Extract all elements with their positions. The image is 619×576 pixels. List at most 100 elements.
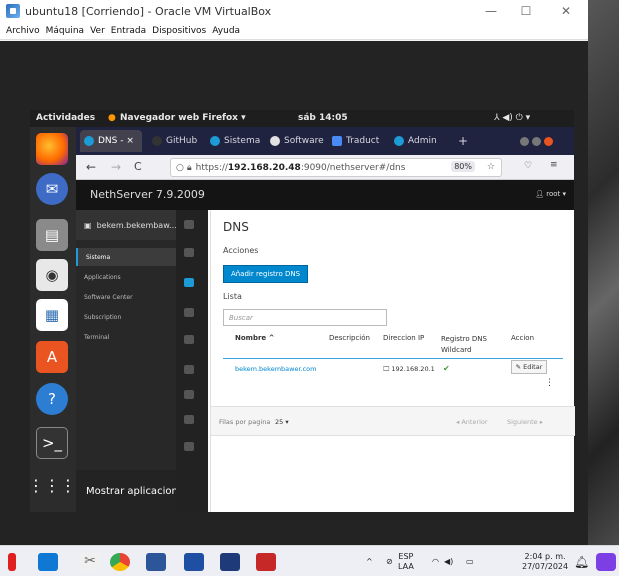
virtualbox-taskbar-icon[interactable] [220,553,240,571]
zoom-indicator[interactable]: 80% [451,161,475,172]
minimize-button[interactable]: — [476,0,506,22]
tab-label: Sistema [224,136,261,146]
notification-bell-icon[interactable]: 🔔︎ [574,546,589,576]
firefox-window: DNS - × GitHub Sistema Software Traduct … [76,127,575,512]
thunderbird-icon[interactable]: ✉ [36,173,68,205]
language-indicator[interactable]: ESP LAA [398,546,414,576]
app-menu[interactable]: Navegador web Firefox ▾ [120,113,246,123]
tab-label: GitHub [166,136,198,146]
rhythmbox-icon[interactable]: ◉ [36,259,68,291]
chrome-icon[interactable] [110,553,130,571]
column-nombre[interactable]: Nombre ^ [235,334,274,342]
tab-github[interactable]: GitHub [148,130,204,152]
tab-sistema[interactable]: Sistema [206,130,262,152]
edit-button[interactable]: ✎ Editar [511,360,547,374]
menu-archivo[interactable]: Archivo [6,26,40,36]
nav-icon[interactable] [184,308,194,317]
menu-dispositivos[interactable]: Dispositivos [152,26,206,36]
system-clock[interactable]: 2:04 p. m. 27/07/2024 [522,546,568,576]
copilot-icon[interactable] [596,553,616,571]
nav-icon[interactable] [184,415,194,424]
menu-maquina[interactable]: Máquina [46,26,84,36]
tab-bar: DNS - × GitHub Sistema Software Traduct … [76,127,574,155]
search-input[interactable]: Buscar [223,309,387,326]
nav-icon[interactable] [184,220,194,229]
menu-entrada[interactable]: Entrada [111,26,146,36]
bookmark-star-icon[interactable]: ☆ [487,162,495,172]
nav-icon[interactable] [184,248,194,257]
next-page-button[interactable]: Siguiente ▸ [507,418,543,426]
nav-icon[interactable] [184,365,194,374]
files-icon[interactable]: ▤ [36,219,68,251]
pocket-icon[interactable]: ♡ [524,161,532,171]
tab-label: Software [284,136,324,146]
pencil-icon: ✎ [515,363,524,371]
minimize-icon[interactable] [520,137,529,146]
tab-favicon-icon [270,136,280,146]
windows-taskbar: ✂ ^ ⊘ ESP LAA ◠ ◀) ▭ 2:04 p. m. 27/07/20… [0,545,619,576]
maximize-button[interactable]: ☐ [511,0,541,22]
forward-button[interactable]: → [111,160,121,174]
close-button[interactable]: ✕ [551,0,581,22]
software-icon[interactable]: A [36,341,68,373]
menu-ver[interactable]: Ver [90,26,105,36]
system-tray[interactable]: ⅄ ◀) ⏻ ▾ [494,113,530,123]
url-host: 192.168.20.48 [227,162,301,173]
clock[interactable]: sáb 14:05 [298,113,348,123]
actions-label: Acciones [223,246,259,255]
tab-dns[interactable]: DNS - × [80,130,142,152]
list-label: Lista [223,292,242,301]
record-ip-value: 192.168.20.1 [391,365,435,373]
show-apps-grid-icon[interactable]: ⋮⋮⋮ [28,469,76,501]
new-tab-button[interactable]: + [454,130,474,152]
brand[interactable]: NethServer 7.9.2009 [90,188,205,201]
terminal-icon[interactable]: >_ [36,427,68,459]
maximize-icon[interactable] [532,137,541,146]
tab-traductor[interactable]: Traduct [328,130,384,152]
firefox-small-icon: ● [108,113,116,123]
back-button[interactable]: ← [86,160,96,174]
menu-icon[interactable]: ≡ [550,160,558,170]
sidebar-icon-strip [176,210,208,512]
network-icon[interactable]: ⊘ [386,546,393,576]
tab-software[interactable]: Software [266,130,324,152]
writer-icon[interactable]: ▦ [36,299,68,331]
record-name[interactable]: bekem.bekembawer.com [235,365,317,373]
column-accion: Accion [511,334,535,342]
photoshop-icon[interactable] [256,553,276,571]
tab-admin[interactable]: Admin [390,130,446,152]
app-icon[interactable] [8,553,16,571]
photos-icon[interactable] [184,553,204,571]
nav-icon[interactable] [184,335,194,344]
kebab-menu-icon[interactable]: ⋮ [545,378,554,388]
close-icon[interactable] [544,137,553,146]
nav-icon[interactable] [184,442,194,451]
menu-ayuda[interactable]: Ayuda [212,26,240,36]
host-label: bekem.bekembaw... [96,220,177,230]
snipping-tool-icon[interactable]: ✂ [80,553,100,571]
activities-button[interactable]: Actividades [36,113,95,123]
clock-date: 27/07/2024 [522,561,569,571]
battery-icon[interactable]: ▭ [466,546,474,576]
firefox-icon[interactable] [36,133,68,165]
record-ip: 🖵︎ 192.168.20.1 [383,365,435,374]
nav-icon[interactable] [184,390,194,399]
tray-overflow-icon[interactable]: ^ [366,546,373,576]
outlook-icon[interactable] [38,553,58,571]
help-icon[interactable]: ? [36,383,68,415]
ubuntu-dock: ✉ ▤ ◉ ▦ A ? >_ ⋮⋮⋮ [28,127,76,512]
user-menu[interactable]: 👤︎ root ▾ [535,190,566,198]
rows-per-page-select[interactable]: 25 ▾ [275,418,289,426]
tab-label: DNS - × [98,136,134,146]
wifi-icon[interactable]: ◠ [432,546,439,576]
gnome-topbar: Actividades ● Navegador web Firefox ▾ sá… [30,110,574,127]
previous-page-button[interactable]: ◂ Anterior [456,418,488,426]
tab-label: Admin [408,136,437,146]
add-dns-record-button[interactable]: Añadir registro DNS [223,265,308,283]
volume-icon[interactable]: ◀) [444,546,453,576]
column-ip: Direccion IP [383,334,425,342]
word-icon[interactable] [146,553,166,571]
reload-button[interactable]: C [134,160,142,173]
nav-icon[interactable] [184,278,194,287]
url-bar[interactable]: ○ 🔒︎ https://192.168.20.48:9090/nethserv… [170,158,502,177]
